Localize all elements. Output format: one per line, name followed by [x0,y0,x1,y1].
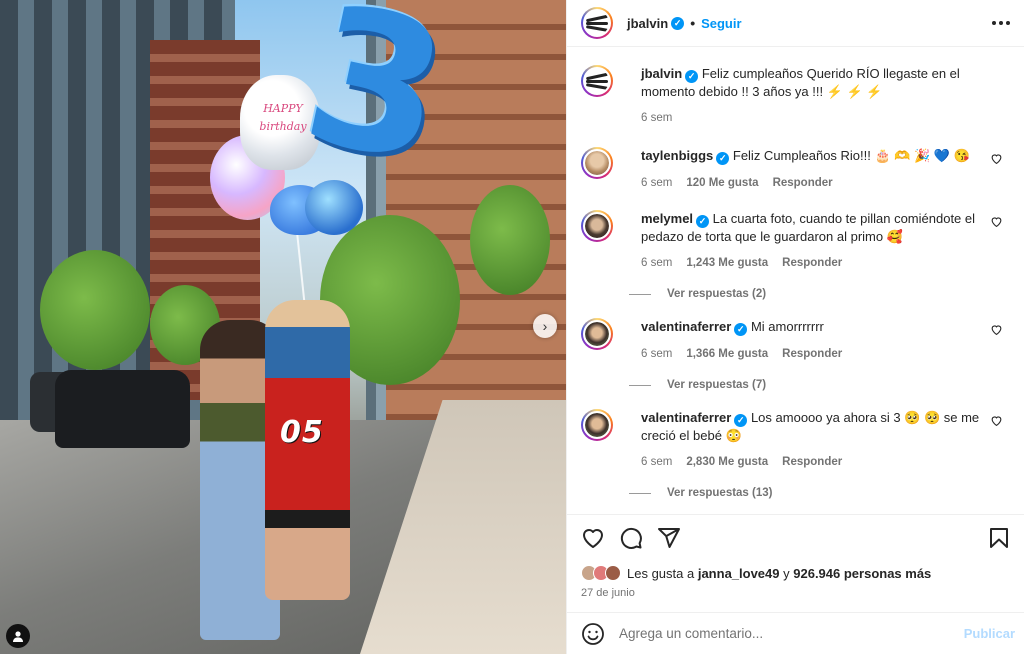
likes-summary[interactable]: Les gusta a janna_love49 y 926.946 perso… [581,565,1011,581]
avatar[interactable] [581,147,613,179]
post-username[interactable]: jbalvin [627,16,668,31]
verified-badge-icon: ✓ [734,323,748,336]
more-options-icon[interactable] [992,15,1010,31]
comment-text: Mi amorrrrrrr [750,319,824,334]
post-actions: Les gusta a janna_love49 y 926.946 perso… [567,514,1024,599]
post-date[interactable]: 27 de junio [581,587,1011,599]
comment-input[interactable] [619,626,964,641]
likes-prefix: Les gusta a [627,565,695,581]
reply-button[interactable]: Responder [773,175,833,192]
verified-badge-icon: ✓ [716,152,730,165]
avatar[interactable] [581,318,613,350]
heart-icon[interactable] [990,152,1003,165]
view-replies-button[interactable]: Ver respuestas (2) [629,288,1011,300]
comment-item: taylenbiggs ✓ Feliz Cumpleaños Rio!!! 🎂 🫶… [581,147,1011,192]
verified-badge-icon: ✓ [696,215,710,228]
post-detail-panel: jbalvin ✓ • Seguir jbalvin ✓ Feliz cumple… [566,0,1024,654]
separator-dot: • [690,15,696,31]
avatar[interactable] [581,409,613,441]
avatar-image [585,151,609,175]
view-replies-label[interactable]: Ver respuestas (7) [667,379,766,391]
comment-likes[interactable]: 1,243 Me gusta [686,255,768,272]
reply-button[interactable]: Responder [782,255,842,272]
reply-button[interactable]: Responder [782,346,842,363]
comment-item: valentinaferrer ✓ Los amoooo ya ahora si … [581,409,1011,471]
comment-time[interactable]: 6 sem [641,175,672,192]
comment-time[interactable]: 6 sem [641,346,672,363]
comments-list[interactable]: jbalvin ✓ Feliz cumpleaños Querido RÍO ll… [567,48,1024,514]
car [55,370,190,448]
view-replies-label[interactable]: Ver respuestas (13) [667,487,772,499]
avatar-image [585,322,609,346]
heart-icon[interactable] [990,323,1003,336]
comment-likes[interactable]: 1,366 Me gusta [686,346,768,363]
jersey-number: 05 [280,415,324,450]
verified-badge-icon: ✓ [685,70,699,83]
heart-icon[interactable] [990,215,1003,228]
comment-username[interactable]: valentinaferrer [641,319,731,334]
bookmark-icon[interactable] [987,526,1011,550]
view-replies-button[interactable]: Ver respuestas (13) [629,487,1011,499]
emoji-icon[interactable] [581,622,605,646]
brand-logo-icon [585,72,609,90]
replies-divider [629,384,651,386]
likes-first-user[interactable]: janna_love49 [698,566,780,581]
avatar[interactable] [581,7,613,39]
brand-logo-icon [585,14,609,32]
reply-button[interactable]: Responder [782,454,842,471]
caption-time[interactable]: 6 sem [641,110,672,127]
person-father-child [265,300,350,600]
tree [40,250,150,370]
likes-joiner: y [783,565,790,581]
user-tag-icon[interactable] [6,624,30,648]
comment-text: Feliz Cumpleaños Rio!!! 🎂 🫶 🎉 💙 😘 [732,148,970,163]
avatar [605,565,621,581]
tree [470,185,550,295]
view-replies-label[interactable]: Ver respuestas (2) [667,288,766,300]
view-replies-button[interactable]: Ver respuestas (7) [629,379,1011,391]
post-photo[interactable]: HAPPY birthday 3 05 › [0,0,566,654]
post-header: jbalvin ✓ • Seguir [567,0,1024,47]
heart-icon[interactable] [990,414,1003,427]
comment-likes[interactable]: 2,830 Me gusta [686,454,768,471]
add-comment-bar: Publicar [567,612,1024,654]
likes-others[interactable]: 926.946 personas más [793,566,931,581]
follow-button[interactable]: Seguir [701,16,741,31]
avatar-image [585,413,609,437]
replies-divider [629,492,651,494]
heart-icon[interactable] [581,526,605,550]
comment-item: valentinaferrer ✓ Mi amorrrrrrr 6 sem 1,3… [581,318,1011,363]
avatar-image [585,214,609,238]
liker-avatars [581,565,621,581]
comment-username[interactable]: melymel [641,211,693,226]
comment-time[interactable]: 6 sem [641,454,672,471]
comment-time[interactable]: 6 sem [641,255,672,272]
replies-divider [629,293,651,295]
avatar[interactable] [581,210,613,242]
chevron-right-icon[interactable]: › [533,314,557,338]
comment-likes[interactable]: 120 Me gusta [686,175,758,192]
caption-username[interactable]: jbalvin [641,66,682,81]
avatar[interactable] [581,65,613,97]
share-icon[interactable] [657,526,681,550]
comment-username[interactable]: taylenbiggs [641,148,713,163]
comment-icon[interactable] [619,526,643,550]
publish-button[interactable]: Publicar [964,626,1015,641]
verified-badge-icon: ✓ [671,16,685,30]
caption: jbalvin ✓ Feliz cumpleaños Querido RÍO ll… [581,65,1011,127]
comment-item: melymel ✓ La cuarta foto, cuando te pilla… [581,210,1011,272]
verified-badge-icon: ✓ [734,414,748,427]
comment-username[interactable]: valentinaferrer [641,410,731,425]
